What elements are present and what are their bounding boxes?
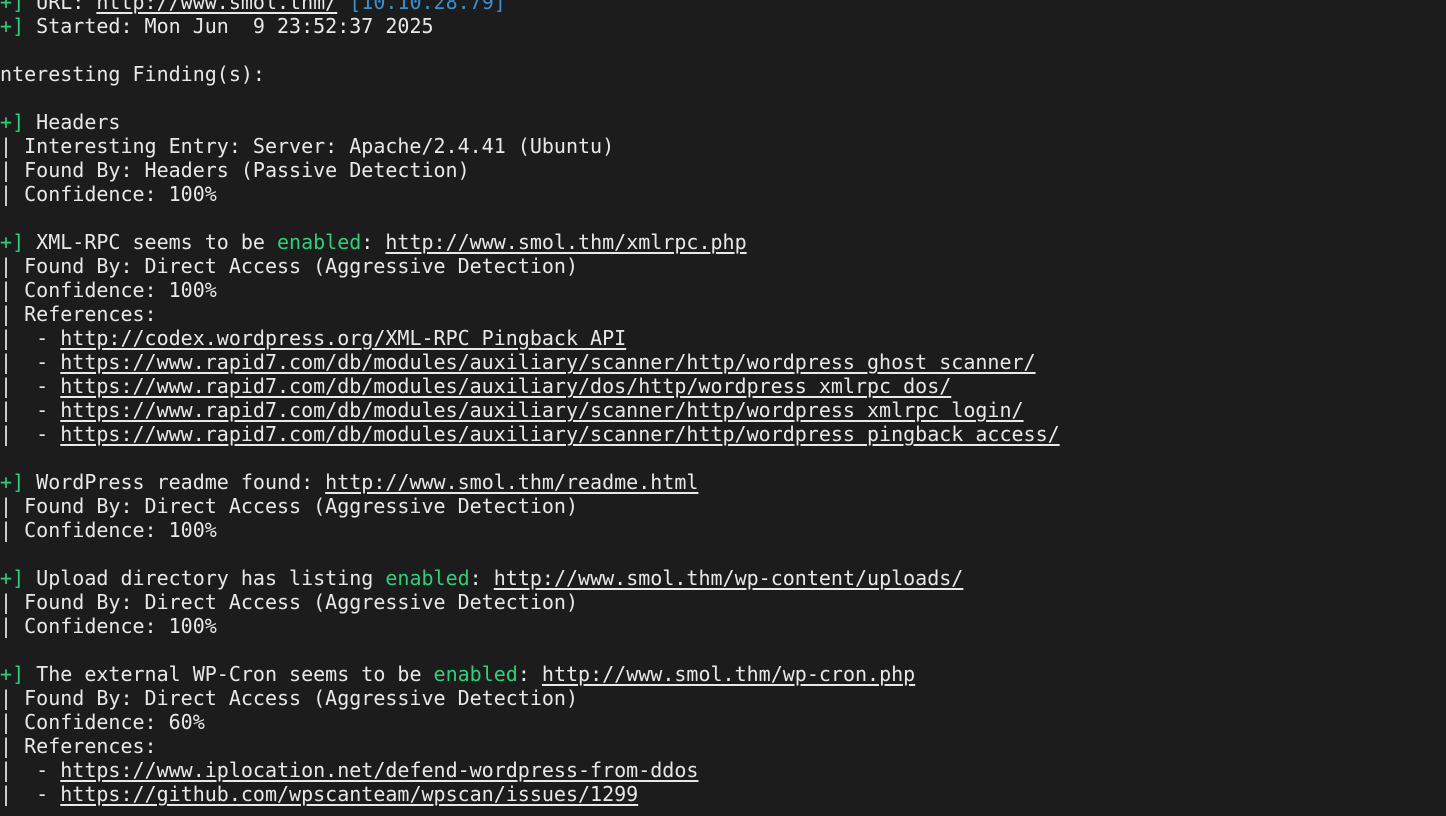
terminal-line: [+] Upload directory has listing enabled…: [0, 566, 963, 590]
terminal-line: | Confidence: 100%: [0, 278, 217, 302]
terminal-line: | - https://www.iplocation.net/defend-wo…: [0, 758, 698, 782]
url-link[interactable]: https://www.iplocation.net/defend-wordpr…: [60, 758, 698, 782]
terminal-line: | Found By: Direct Access (Aggressive De…: [0, 494, 578, 518]
ip-address: [10.10.28.79]: [349, 0, 506, 14]
output-text: Started: Mon Jun 9 23:52:37 2025: [24, 14, 434, 38]
terminal-line: | Confidence: 100%: [0, 182, 217, 206]
output-text: | -: [0, 398, 49, 422]
terminal-line: [+] Started: Mon Jun 9 23:52:37 2025: [0, 14, 434, 38]
enabled-label: enabled: [277, 230, 362, 254]
output-text: | -: [0, 782, 49, 806]
output-text: | Confidence: 100%: [0, 518, 217, 542]
terminal-line: [+] The external WP-Cron seems to be ena…: [0, 662, 915, 686]
terminal-line: | Confidence: 60%: [0, 710, 205, 734]
terminal-line: [+] WordPress readme found: http://www.s…: [0, 470, 698, 494]
output-text: XML-RPC seems to be: [24, 230, 277, 254]
finding-prefix: [+]: [0, 470, 25, 494]
output-text: | Confidence: 100%: [0, 278, 217, 302]
url-link[interactable]: https://www.rapid7.com/db/modules/auxili…: [60, 398, 1023, 422]
terminal-line: | Found By: Headers (Passive Detection): [0, 158, 470, 182]
terminal-line: | - https://www.rapid7.com/db/modules/au…: [0, 374, 951, 398]
output-text: The external WP-Cron seems to be: [24, 662, 434, 686]
url-link[interactable]: https://www.rapid7.com/db/modules/auxili…: [60, 350, 1035, 374]
output-text: | -: [0, 350, 49, 374]
terminal-line: | Found By: Direct Access (Aggressive De…: [0, 590, 578, 614]
output-text: | -: [0, 374, 49, 398]
output-text: | -: [0, 422, 49, 446]
terminal-line: | References:: [0, 302, 157, 326]
output-text: | Found By: Direct Access (Aggressive De…: [0, 590, 579, 614]
url-link[interactable]: http://codex.wordpress.org/XML-RPC_Pingb…: [60, 326, 626, 350]
output-text: :: [361, 230, 386, 254]
url-link[interactable]: http://www.smol.thm/: [96, 0, 337, 14]
url-link[interactable]: http://www.smol.thm/wp-content/uploads/: [494, 566, 964, 590]
terminal-line: | - https://www.rapid7.com/db/modules/au…: [0, 422, 1060, 446]
terminal-line: | Found By: Direct Access (Aggressive De…: [0, 254, 578, 278]
terminal-line: | - http://codex.wordpress.org/XML-RPC_P…: [0, 326, 626, 350]
enabled-label: enabled: [433, 662, 518, 686]
finding-prefix: [+]: [0, 566, 25, 590]
output-text: | Found By: Direct Access (Aggressive De…: [0, 254, 579, 278]
output-text: URL:: [24, 0, 97, 14]
finding-prefix: [+]: [0, 230, 25, 254]
enabled-label: enabled: [385, 566, 470, 590]
output-text: :: [517, 662, 542, 686]
finding-prefix: [+]: [0, 14, 25, 38]
terminal-line: | Interesting Entry: Server: Apache/2.4.…: [0, 134, 614, 158]
output-text: | Interesting Entry: Server: Apache/2.4.…: [0, 134, 615, 158]
output-text: :: [469, 566, 494, 590]
url-link[interactable]: https://www.rapid7.com/db/modules/auxili…: [60, 422, 1059, 446]
terminal-line: | - https://www.rapid7.com/db/modules/au…: [0, 350, 1036, 374]
output-text: Upload directory has listing: [24, 566, 386, 590]
output-text: WordPress readme found:: [24, 470, 326, 494]
url-link[interactable]: https://github.com/wpscanteam/wpscan/iss…: [60, 782, 638, 806]
terminal-line: | - https://github.com/wpscanteam/wpscan…: [0, 782, 638, 806]
output-text: | -: [0, 326, 49, 350]
terminal-output[interactable]: [+] URL: http://www.smol.thm/ [10.10.28.…: [0, 0, 1446, 816]
output-text: Interesting Finding(s):: [0, 62, 265, 86]
url-link[interactable]: https://www.rapid7.com/db/modules/auxili…: [60, 374, 951, 398]
terminal-line: | Confidence: 100%: [0, 518, 217, 542]
output-text: | Confidence: 60%: [0, 710, 205, 734]
terminal-line: | Confidence: 100%: [0, 614, 217, 638]
terminal-line: | - https://www.rapid7.com/db/modules/au…: [0, 398, 1024, 422]
output-text: | Found By: Headers (Passive Detection): [0, 158, 470, 182]
finding-prefix: [+]: [0, 110, 25, 134]
terminal-line: | References:: [0, 734, 157, 758]
terminal-line: Interesting Finding(s):: [0, 62, 265, 86]
output-text: | Found By: Direct Access (Aggressive De…: [0, 494, 579, 518]
output-text: Headers: [24, 110, 121, 134]
url-link[interactable]: http://www.smol.thm/readme.html: [325, 470, 698, 494]
terminal-line: [+] XML-RPC seems to be enabled: http://…: [0, 230, 747, 254]
output-text: | Confidence: 100%: [0, 182, 217, 206]
output-text: | -: [0, 758, 49, 782]
output-text: | Found By: Direct Access (Aggressive De…: [0, 686, 579, 710]
output-text: | References:: [0, 302, 157, 326]
terminal-line: [+] Headers: [0, 110, 120, 134]
terminal-line: | Found By: Direct Access (Aggressive De…: [0, 686, 578, 710]
output-text: | Confidence: 100%: [0, 614, 217, 638]
output-text: | References:: [0, 734, 157, 758]
finding-prefix: [+]: [0, 662, 25, 686]
url-link[interactable]: http://www.smol.thm/wp-cron.php: [542, 662, 915, 686]
terminal-line: [+] URL: http://www.smol.thm/ [10.10.28.…: [0, 0, 506, 14]
finding-prefix: [+]: [0, 0, 25, 14]
url-link[interactable]: http://www.smol.thm/xmlrpc.php: [385, 230, 746, 254]
